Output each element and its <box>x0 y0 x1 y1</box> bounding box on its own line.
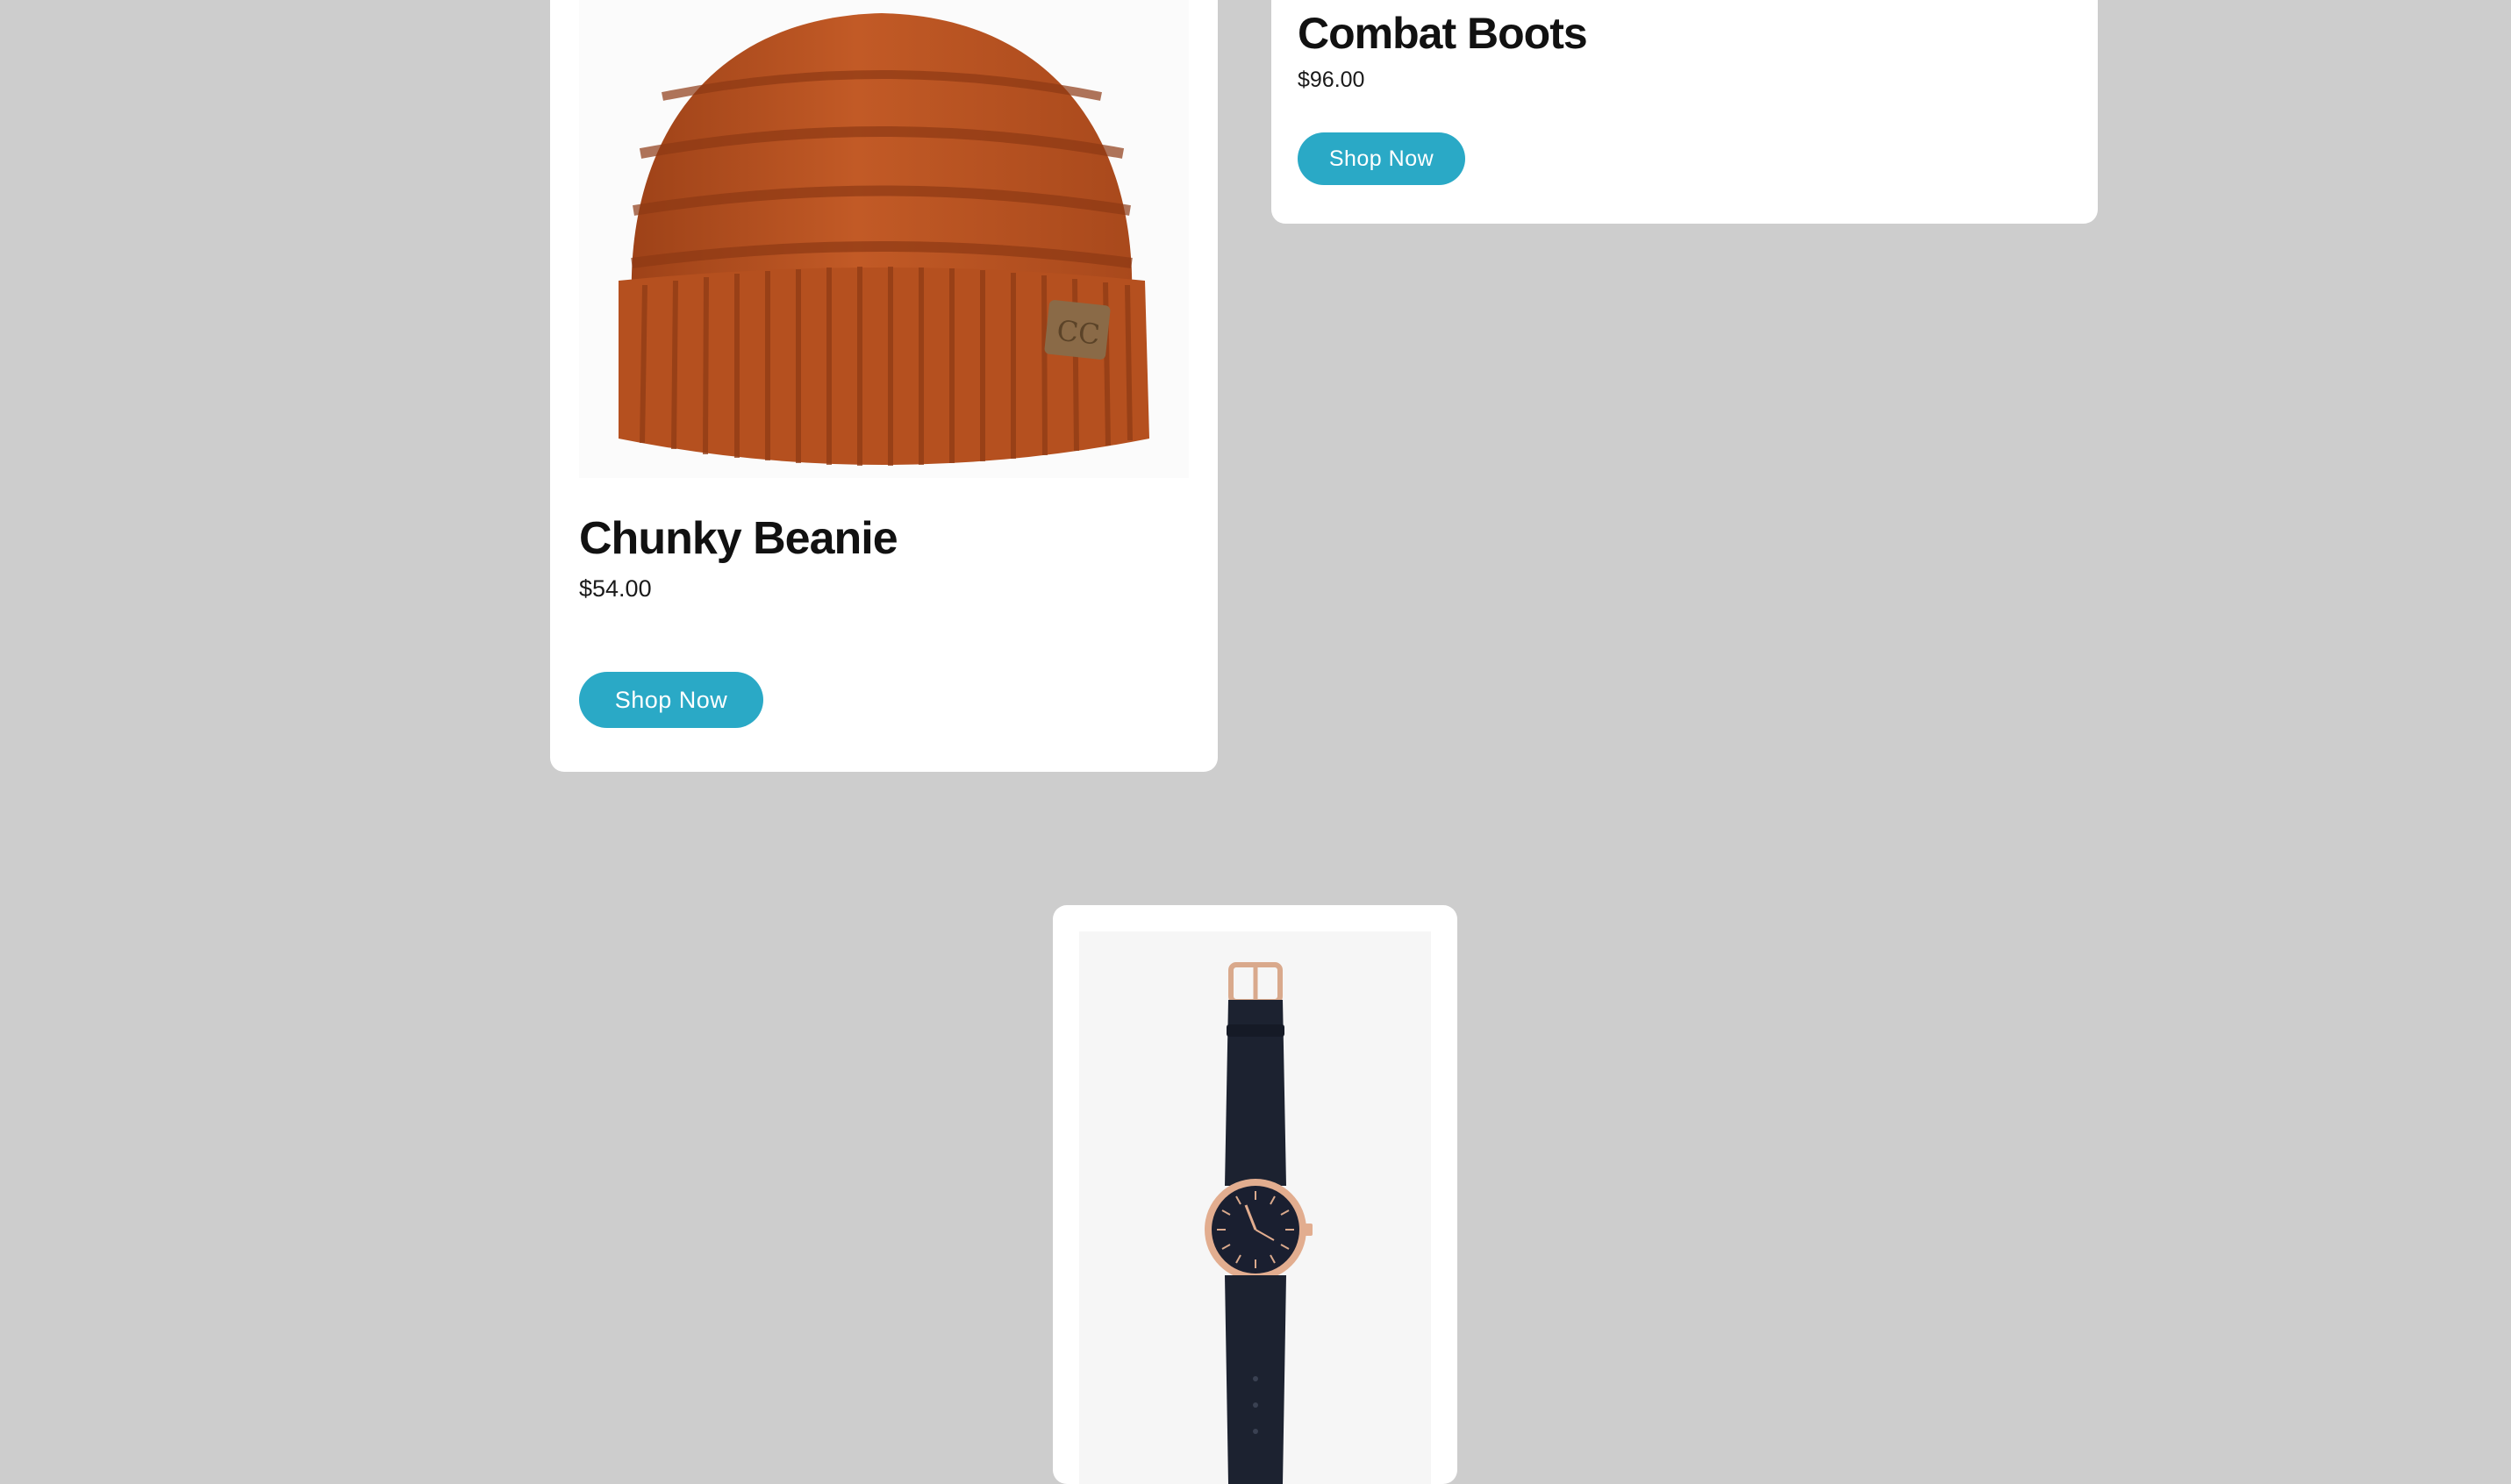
shop-now-button[interactable]: Shop Now <box>579 672 763 728</box>
shop-now-button[interactable]: Shop Now <box>1298 132 1465 185</box>
product-price: $96.00 <box>1298 68 1365 92</box>
watch-photo-icon <box>1205 962 1313 1484</box>
product-card-combat-boots: Combat Boots $96.00 Shop Now <box>1271 0 2098 224</box>
svg-text:CC: CC <box>1055 314 1102 352</box>
beanie-photo-icon: CC <box>619 13 1149 466</box>
product-card-watch <box>1053 905 1457 1484</box>
beanie-image[interactable]: CC <box>579 0 1189 478</box>
product-card-chunky-beanie: CC Chunky Beanie $54.00 Shop Now <box>550 0 1218 772</box>
product-price: $54.00 <box>579 575 652 602</box>
product-title: Chunky Beanie <box>579 513 898 564</box>
product-title: Combat Boots <box>1298 9 1588 58</box>
watch-image[interactable] <box>1079 931 1431 1484</box>
